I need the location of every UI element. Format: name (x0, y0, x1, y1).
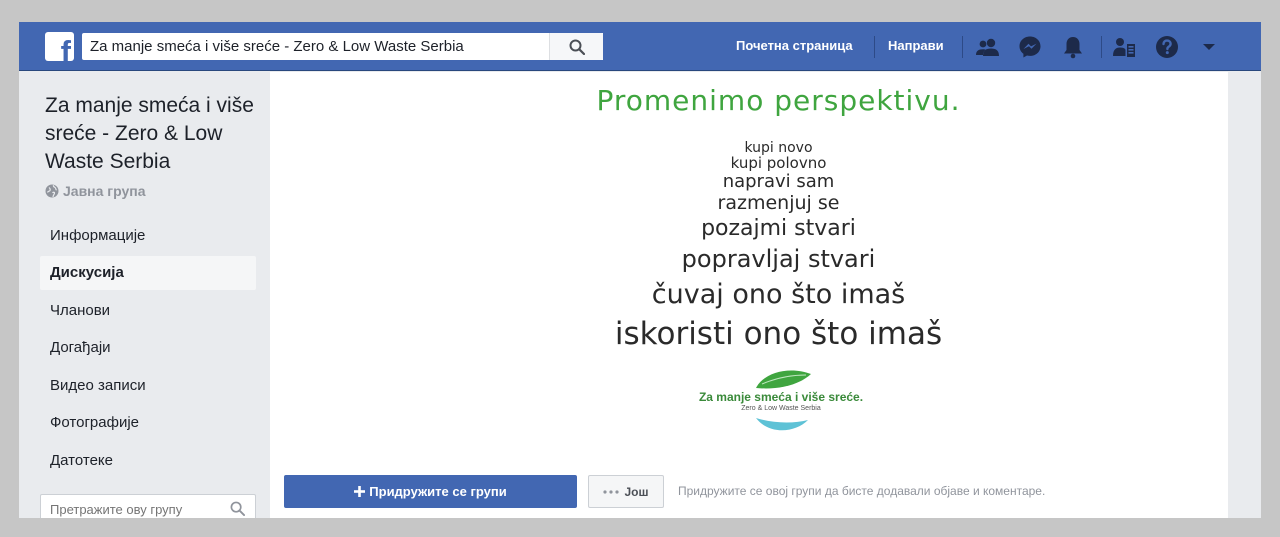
cover-logo-subtext: Zero & Low Waste Serbia (741, 405, 821, 412)
join-note: Придружите се овој групи да бисте додава… (678, 484, 1046, 498)
nav-divider (874, 36, 875, 58)
app-frame: f Почетна страница Направи (19, 22, 1261, 518)
more-button[interactable]: Још (588, 475, 664, 508)
sidebar-item-files[interactable]: Датотеке (40, 444, 256, 478)
sidebar-item-members[interactable]: Чланови (40, 294, 256, 328)
facebook-logo-letter: f (60, 34, 71, 61)
cover-logo-text: Za manje smeća i više sreće. (698, 390, 864, 404)
join-group-button[interactable]: Придружите се групи (284, 475, 577, 508)
plus-icon (354, 486, 366, 497)
cover-line: iskoristi ono što imaš (614, 316, 943, 352)
cover-line: popravljaj stvari (681, 245, 876, 273)
cover-line: pozajmi stvari (701, 216, 856, 241)
facebook-logo[interactable]: f (45, 32, 74, 61)
search-icon (569, 39, 585, 55)
group-privacy-label: Јавна група (63, 183, 146, 199)
friends-icon[interactable] (975, 34, 1001, 60)
help-icon[interactable] (1154, 34, 1180, 60)
sidebar-item-label: Видео записи (50, 377, 146, 394)
cover-line: napravi sam (722, 171, 835, 192)
globe-icon (45, 184, 59, 198)
cover-line: kupi polovno (730, 154, 827, 172)
messenger-icon[interactable] (1017, 34, 1043, 60)
notifications-icon[interactable] (1060, 34, 1086, 60)
top-navigation-bar: f Почетна страница Направи (19, 22, 1261, 71)
nav-home-link[interactable]: Почетна страница (736, 38, 853, 53)
cover-line: čuvaj ono što imaš (651, 279, 906, 310)
sidebar-item-label: Чланови (50, 302, 111, 319)
sidebar-item-info[interactable]: Информације (40, 219, 256, 253)
cover-line: razmenjuj se (717, 192, 840, 214)
group-main-content: Promenimo perspektivu. kupi novo kupi po… (270, 72, 1228, 518)
more-label: Још (624, 484, 649, 499)
sidebar-item-discussion[interactable]: Дискусија (40, 256, 256, 290)
sidebar-item-label: Фотографије (50, 414, 140, 431)
sidebar-item-events[interactable]: Догађаји (40, 331, 256, 365)
sidebar-item-label: Дискусија (50, 264, 124, 281)
join-group-label: Придружите се групи (369, 484, 507, 499)
group-title[interactable]: Za manje smeća i više sreće - Zero & Low… (45, 92, 260, 176)
search-icon[interactable] (230, 501, 245, 516)
ellipsis-icon (603, 489, 620, 494)
group-search-input[interactable] (50, 502, 220, 517)
cover-headline: Promenimo perspektivu. (596, 84, 961, 117)
group-cover-photo[interactable]: Promenimo perspektivu. kupi novo kupi po… (536, 72, 1021, 463)
sidebar-item-label: Датотеке (50, 452, 114, 469)
dropdown-arrow-icon[interactable] (1196, 34, 1222, 60)
sidebar-item-label: Информације (50, 227, 146, 244)
nav-divider (962, 36, 963, 58)
nav-divider (1101, 36, 1102, 58)
sidebar-item-photos[interactable]: Фотографије (40, 406, 256, 440)
global-search-input[interactable] (90, 38, 550, 55)
global-search (82, 33, 603, 60)
sidebar-item-videos[interactable]: Видео записи (40, 369, 256, 403)
group-search (40, 494, 256, 518)
search-button[interactable] (549, 33, 603, 60)
cover-group-logo: Za manje smeća i više sreće. Zero & Low … (686, 368, 876, 438)
group-privacy: Јавна група (45, 183, 146, 199)
sidebar-item-label: Догађаји (50, 339, 111, 356)
friend-requests-icon[interactable] (1112, 34, 1138, 60)
nav-create-link[interactable]: Направи (888, 38, 944, 53)
